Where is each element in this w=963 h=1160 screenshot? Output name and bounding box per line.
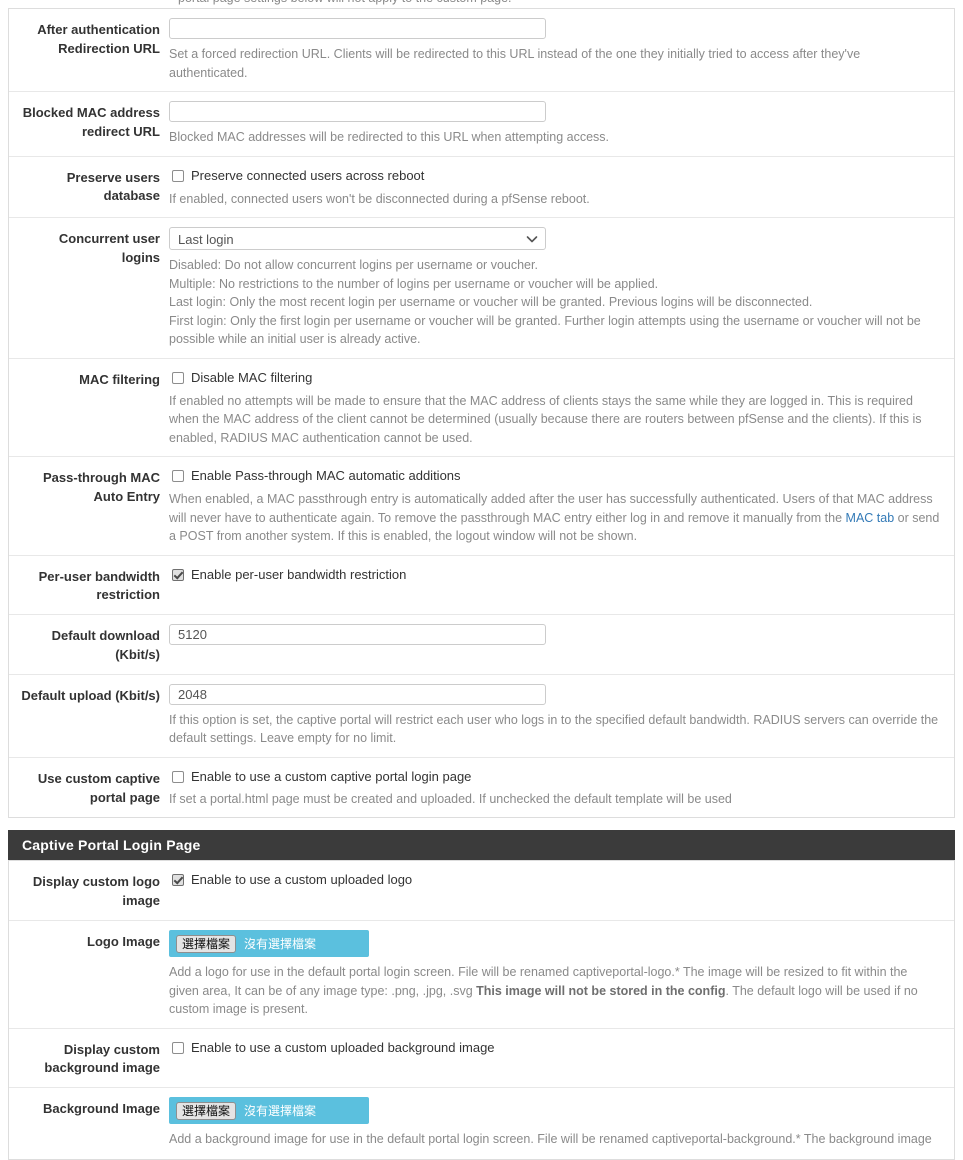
mac-tab-link[interactable]: MAC tab [846,511,895,525]
mac-filtering-checkbox[interactable] [172,371,184,384]
display-custom-logo-image-checkbox-line[interactable]: Enable to use a custom uploaded logo [169,870,940,888]
label-concurrent-user-logins: Concurrent user logins [58,231,160,265]
preserve-users-database-checkbox-label: Preserve connected users across reboot [191,167,425,183]
row-pass-through-mac-auto-entry: Pass-through MAC Auto Entry Enable Pass-… [9,457,954,556]
help-background-image: Add a background image for use in the de… [169,1130,940,1150]
help-line-disabled: Disabled: Do not allow concurrent logins… [169,258,538,272]
label-logo-image: Logo Image [87,934,160,950]
help-line-last-login: Last login: Only the most recent login p… [169,295,813,309]
help-use-custom-captive-portal-page: If set a portal.html page must be create… [169,791,732,806]
row-after-authentication-redirection-url: After authentication Redirection URL Set… [9,9,954,92]
captive-portal-settings-page: portal page settings below will not appl… [0,0,963,1160]
help-logo-bold: This image will not be stored in the con… [476,983,726,998]
label-background-image: Background Image [42,1101,160,1117]
help-preserve-users-database: If enabled, connected users won't be dis… [169,191,590,206]
preserve-users-database-checkbox[interactable] [172,169,184,182]
section-header-captive-portal-login-page: Captive Portal Login Page [8,830,955,861]
preserve-users-database-checkbox-line[interactable]: Preserve connected users across reboot [169,166,940,184]
after-authentication-redirection-url-input[interactable] [169,18,546,39]
help-default-upload: If this option is set, the captive porta… [169,712,939,746]
use-custom-captive-portal-page-checkbox-line[interactable]: Enable to use a custom captive portal lo… [169,767,940,785]
help-line-first-login: First login: Only the first login per us… [169,313,921,347]
label-pass-through-mac-auto-entry: Pass-through MAC Auto Entry [43,470,160,504]
row-default-download: Default download (Kbit/s) [9,615,954,675]
row-blocked-mac-address-redirect-url: Blocked MAC address redirect URL Blocked… [9,92,954,157]
clipped-help-text: portal page settings below will not appl… [178,0,512,5]
label-mac-filtering: MAC filtering [79,371,160,387]
default-download-input[interactable] [169,624,546,646]
mac-filtering-checkbox-line[interactable]: Disable MAC filtering [169,368,940,386]
label-after-authentication-redirection-url: After authentication Redirection URL [37,22,160,56]
row-preserve-users-database: Preserve users database Preserve connect… [9,157,954,218]
help-background-part1: Add a background image for use in the de… [169,1132,932,1147]
background-image-file-status: 沒有選擇檔案 [244,1104,317,1119]
display-custom-background-image-checkbox[interactable] [172,1041,184,1054]
per-user-bandwidth-restriction-checkbox-label: Enable per-user bandwidth restriction [191,566,407,582]
per-user-bandwidth-restriction-checkbox[interactable] [172,568,184,581]
label-per-user-bandwidth-restriction: Per-user bandwidth restriction [38,568,160,603]
per-user-bandwidth-restriction-checkbox-line[interactable]: Enable per-user bandwidth restriction [169,565,940,583]
row-concurrent-user-logins: Concurrent user logins Last login Disabl… [9,218,954,359]
logo-image-file-status: 沒有選擇檔案 [244,937,317,952]
label-blocked-mac-address-redirect-url: Blocked MAC address redirect URL [22,105,160,139]
help-blocked-mac-address-redirect-url: Blocked MAC addresses will be redirected… [169,130,610,144]
display-custom-logo-image-checkbox[interactable] [172,874,184,887]
pass-through-mac-auto-entry-checkbox[interactable] [172,470,184,482]
help-after-authentication-redirection-url: Set a forced redirection URL. Clients wi… [169,47,861,80]
label-default-upload: Default upload (Kbit/s) [21,687,160,703]
mac-filtering-checkbox-label: Disable MAC filtering [191,369,313,385]
display-custom-background-image-checkbox-label: Enable to use a custom uploaded backgrou… [191,1039,495,1055]
help-mac-filtering: If enabled no attempts will be made to e… [169,393,922,445]
default-upload-input[interactable] [169,683,546,705]
concurrent-user-logins-select-wrapper[interactable]: Last login [169,227,546,250]
use-custom-captive-portal-page-checkbox-label: Enable to use a custom captive portal lo… [191,768,472,784]
concurrent-user-logins-select[interactable]: Last login [169,227,546,250]
display-custom-background-image-checkbox-line[interactable]: Enable to use a custom uploaded backgrou… [169,1038,940,1056]
logo-image-file-input[interactable]: 選擇檔案 沒有選擇檔案 [169,930,369,958]
label-preserve-users-database: Preserve users database [66,169,160,204]
background-image-choose-file-button[interactable]: 選擇檔案 [176,1101,237,1120]
background-image-file-input[interactable]: 選擇檔案 沒有選擇檔案 [169,1097,369,1125]
row-default-upload: Default upload (Kbit/s) If this option i… [9,675,954,758]
label-display-custom-logo-image: Display custom logo image [32,874,160,909]
row-use-custom-captive-portal-page: Use custom captive portal page Enable to… [9,758,954,818]
blocked-mac-address-redirect-url-input[interactable] [169,101,546,122]
row-logo-image: Logo Image 選擇檔案 沒有選擇檔案 Add a logo for us… [9,921,954,1029]
row-per-user-bandwidth-restriction: Per-user bandwidth restriction Enable pe… [9,556,954,616]
help-pass-through-mac-auto-entry: When enabled, a MAC passthrough entry is… [169,490,940,546]
row-display-custom-background-image: Display custom background image Enable t… [9,1029,954,1089]
display-custom-logo-image-checkbox-label: Enable to use a custom uploaded logo [191,872,413,888]
row-mac-filtering: MAC filtering Disable MAC filtering If e… [9,359,954,457]
label-default-download: Default download (Kbit/s) [51,628,160,663]
logo-image-choose-file-button[interactable]: 選擇檔案 [176,934,237,953]
clipped-previous-row: portal page settings below will not appl… [8,0,955,9]
pass-through-mac-auto-entry-checkbox-label: Enable Pass-through MAC automatic additi… [191,468,461,483]
label-display-custom-background-image: Display custom background image [44,1041,160,1076]
use-custom-captive-portal-page-checkbox[interactable] [172,770,184,783]
row-display-custom-logo-image: Display custom logo image Enable to use … [9,861,954,922]
settings-panel: After authentication Redirection URL Set… [8,9,955,819]
pass-through-mac-auto-entry-checkbox-line[interactable]: Enable Pass-through MAC automatic additi… [169,466,940,484]
help-logo-image: Add a logo for use in the default portal… [169,963,940,1019]
help-concurrent-user-logins: Disabled: Do not allow concurrent logins… [169,256,940,349]
label-use-custom-captive-portal-page: Use custom captive portal page [37,770,160,805]
help-line-multiple: Multiple: No restrictions to the number … [169,276,659,291]
login-page-panel: Display custom logo image Enable to use … [8,860,955,1160]
help-text-part1: When enabled, a MAC passthrough entry is… [169,492,933,525]
row-background-image: Background Image 選擇檔案 沒有選擇檔案 Add a backg… [9,1088,954,1159]
